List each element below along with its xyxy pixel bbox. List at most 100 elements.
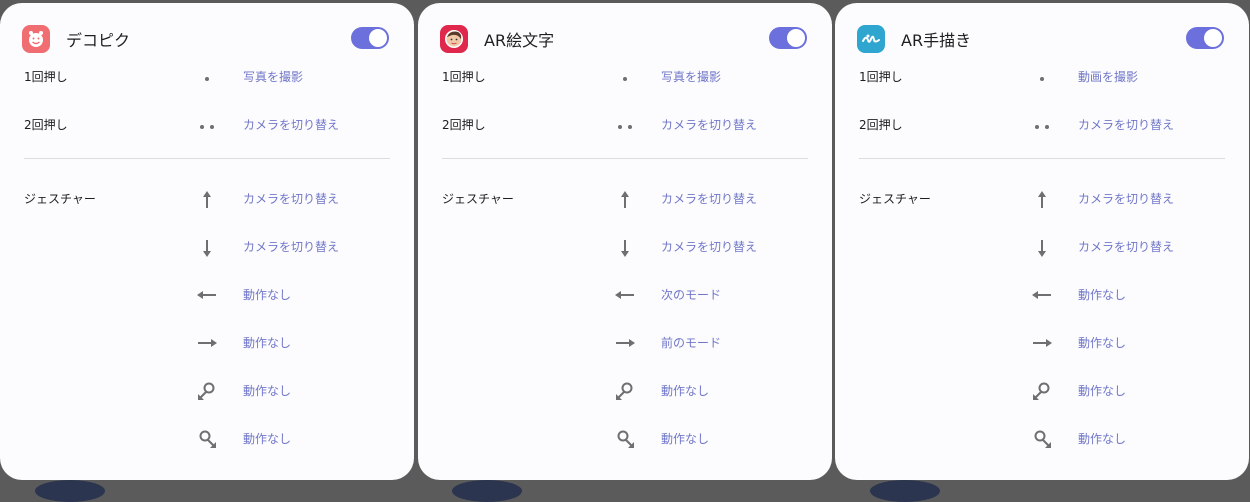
action-value-link[interactable]: カメラを切り替え xyxy=(243,190,339,207)
arrow-right-icon xyxy=(613,333,637,353)
action-row[interactable]: 1回押し 動画を撮影 xyxy=(835,65,1249,89)
app-title: デコピク xyxy=(66,31,131,50)
action-value-link[interactable]: カメラを切り替え xyxy=(661,238,757,255)
action-row[interactable]: 動作なし xyxy=(835,379,1249,403)
camera-app-card: AR手描き 1回押し 動画を撮影 2回押し カメラを切り替え ジェスチャー カメラを切り替え… xyxy=(835,3,1249,480)
arrow-right-icon xyxy=(195,333,219,353)
action-row[interactable]: 1回押し 写真を撮影 xyxy=(418,65,832,89)
toggle-knob xyxy=(369,29,387,47)
trigger-label: ジェスチャー xyxy=(24,192,96,206)
action-value-link[interactable]: 動作なし xyxy=(243,286,291,303)
ar-doodle-app-icon xyxy=(857,25,885,53)
arrow-down-icon xyxy=(1030,237,1054,257)
action-row[interactable]: 前のモード xyxy=(418,331,832,355)
action-value-link[interactable]: 写真を撮影 xyxy=(243,68,303,85)
trigger-label: 2回押し xyxy=(859,118,903,132)
arrow-left-icon xyxy=(195,285,219,305)
section-divider xyxy=(24,158,390,159)
action-row[interactable]: 動作なし xyxy=(0,283,414,307)
app-enable-toggle[interactable] xyxy=(1186,27,1224,49)
app-title: AR絵文字 xyxy=(484,31,555,50)
decopic-app-icon xyxy=(22,25,50,53)
action-value-link[interactable]: 動作なし xyxy=(1078,334,1126,351)
circle-cw-icon xyxy=(195,429,219,449)
action-value-link[interactable]: 動作なし xyxy=(1078,382,1126,399)
action-row[interactable]: 2回押し カメラを切り替え xyxy=(418,113,832,137)
card-header: AR絵文字 xyxy=(418,3,832,73)
action-value-link[interactable]: 次のモード xyxy=(661,286,721,303)
action-value-link[interactable]: カメラを切り替え xyxy=(1078,116,1174,133)
action-value-link[interactable]: 動作なし xyxy=(661,430,709,447)
arrow-down-icon xyxy=(613,237,637,257)
double-dot-icon xyxy=(613,115,637,135)
action-row[interactable]: 動作なし xyxy=(0,331,414,355)
action-value-link[interactable]: 動作なし xyxy=(1078,430,1126,447)
arrow-up-icon xyxy=(195,189,219,209)
action-row[interactable]: 動作なし xyxy=(835,331,1249,355)
action-value-link[interactable]: 動作なし xyxy=(243,334,291,351)
trigger-label: ジェスチャー xyxy=(442,192,514,206)
action-row[interactable]: ジェスチャー カメラを切り替え xyxy=(0,187,414,211)
action-row[interactable]: 1回押し 写真を撮影 xyxy=(0,65,414,89)
dot-icon xyxy=(1030,67,1054,87)
action-value-link[interactable]: 動作なし xyxy=(661,382,709,399)
action-row[interactable]: 2回押し カメラを切り替え xyxy=(0,113,414,137)
action-row[interactable]: 動作なし xyxy=(0,379,414,403)
trigger-label: 2回押し xyxy=(442,118,486,132)
arrow-up-icon xyxy=(613,189,637,209)
action-row[interactable]: 2回押し カメラを切り替え xyxy=(835,113,1249,137)
action-value-link[interactable]: カメラを切り替え xyxy=(661,190,757,207)
double-dot-icon xyxy=(195,115,219,135)
circle-ccw-icon xyxy=(1030,381,1054,401)
action-value-link[interactable]: カメラを切り替え xyxy=(661,116,757,133)
toggle-knob xyxy=(1204,29,1222,47)
app-title: AR手描き xyxy=(901,31,972,50)
action-row[interactable]: カメラを切り替え xyxy=(0,235,414,259)
action-row[interactable]: 動作なし xyxy=(835,283,1249,307)
action-value-link[interactable]: カメラを切り替え xyxy=(1078,190,1174,207)
action-row[interactable]: カメラを切り替え xyxy=(418,235,832,259)
background-blob xyxy=(35,480,105,502)
app-enable-toggle[interactable] xyxy=(769,27,807,49)
camera-app-card: デコピク 1回押し 写真を撮影 2回押し カメラを切り替え ジェスチャー カメラを切り替えカ… xyxy=(0,3,414,480)
action-value-link[interactable]: 動作なし xyxy=(243,382,291,399)
toggle-knob xyxy=(787,29,805,47)
action-row[interactable]: ジェスチャー カメラを切り替え xyxy=(835,187,1249,211)
trigger-label: ジェスチャー xyxy=(859,192,931,206)
background-blob xyxy=(870,480,940,502)
action-row[interactable]: 動作なし xyxy=(835,427,1249,451)
trigger-label: 1回押し xyxy=(24,70,68,84)
action-value-link[interactable]: カメラを切り替え xyxy=(1078,238,1174,255)
section-divider xyxy=(442,158,808,159)
arrow-left-icon xyxy=(613,285,637,305)
action-row[interactable]: 動作なし xyxy=(0,427,414,451)
arrow-up-icon xyxy=(1030,189,1054,209)
trigger-label: 2回押し xyxy=(24,118,68,132)
app-enable-toggle[interactable] xyxy=(351,27,389,49)
action-row[interactable]: カメラを切り替え xyxy=(835,235,1249,259)
action-row[interactable]: ジェスチャー カメラを切り替え xyxy=(418,187,832,211)
double-dot-icon xyxy=(1030,115,1054,135)
arrow-down-icon xyxy=(195,237,219,257)
action-row[interactable]: 次のモード xyxy=(418,283,832,307)
circle-ccw-icon xyxy=(195,381,219,401)
action-row[interactable]: 動作なし xyxy=(418,379,832,403)
background-blob xyxy=(452,480,522,502)
circle-cw-icon xyxy=(613,429,637,449)
card-header: デコピク xyxy=(0,3,414,73)
dot-icon xyxy=(613,67,637,87)
trigger-label: 1回押し xyxy=(859,70,903,84)
circle-cw-icon xyxy=(1030,429,1054,449)
circle-ccw-icon xyxy=(613,381,637,401)
action-value-link[interactable]: 動作なし xyxy=(243,430,291,447)
action-row[interactable]: 動作なし xyxy=(418,427,832,451)
action-value-link[interactable]: 前のモード xyxy=(661,334,721,351)
trigger-label: 1回押し xyxy=(442,70,486,84)
action-value-link[interactable]: 動画を撮影 xyxy=(1078,68,1138,85)
action-value-link[interactable]: カメラを切り替え xyxy=(243,238,339,255)
ar-emoji-app-icon xyxy=(440,25,468,53)
action-value-link[interactable]: 写真を撮影 xyxy=(661,68,721,85)
action-value-link[interactable]: 動作なし xyxy=(1078,286,1126,303)
arrow-left-icon xyxy=(1030,285,1054,305)
action-value-link[interactable]: カメラを切り替え xyxy=(243,116,339,133)
